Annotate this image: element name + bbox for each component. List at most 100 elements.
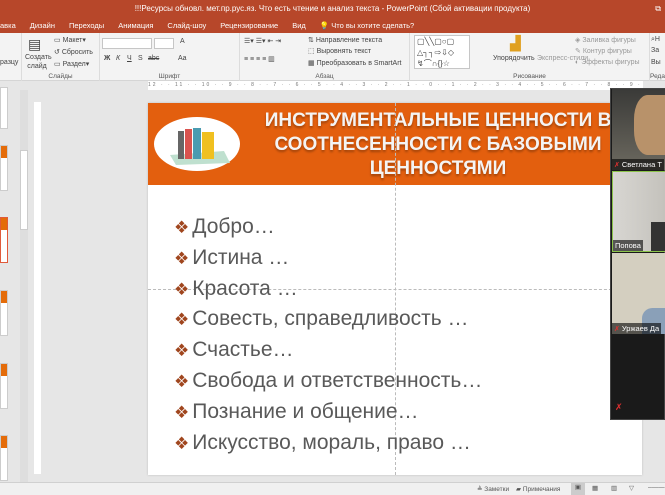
- tab-view[interactable]: Вид: [292, 21, 306, 30]
- zoom-slider[interactable]: –——: [648, 484, 665, 491]
- group-drawing: ▢╲╲▢○▢ △┐┐⇨⇩◇ ↯⌒∩{}☆ ▟ Упорядочить Экспрес…: [410, 33, 650, 81]
- group-label-slides: Слайды: [48, 73, 73, 80]
- align-text-label: Выровнять текст: [316, 48, 372, 55]
- section-button[interactable]: ▭ Раздел▾: [54, 60, 89, 68]
- select-button[interactable]: Вы: [651, 59, 661, 66]
- layout-button[interactable]: ▭ Макет▾: [54, 36, 86, 44]
- bold-button[interactable]: Ж: [104, 55, 110, 62]
- shape-fill-button[interactable]: ◈ Заливка фигуры: [575, 36, 636, 44]
- participant-tile[interactable]: ✗ Светлана Т: [612, 89, 665, 170]
- mic-muted-icon: ✗: [614, 326, 620, 333]
- slide-thumbnail[interactable]: [0, 363, 8, 409]
- restore-icon[interactable]: ⧉: [655, 0, 661, 17]
- list-item-text: Истина …: [192, 245, 290, 269]
- arrange-icon: ▟: [510, 35, 521, 51]
- underline-button[interactable]: Ч: [127, 55, 132, 62]
- list-item-text: Искусство, мораль, право …: [192, 430, 471, 454]
- tab-slideshow[interactable]: Слайд-шоу: [167, 21, 206, 30]
- ribbon-tabs: авка Дизайн Переходы Анимация Слайд-шоу …: [0, 17, 665, 33]
- normal-view-icon[interactable]: ▣: [571, 483, 585, 495]
- video-conference-panel: ✗ Светлана Т Попова ✗ Уржаев Да ✗: [610, 88, 665, 420]
- diamond-bullet-icon: ❖: [174, 279, 190, 299]
- notes-button[interactable]: ≜ Заметки: [477, 485, 509, 493]
- replace-label: За: [651, 47, 660, 54]
- find-button[interactable]: ⌕Н: [651, 36, 660, 44]
- slide-thumbnail[interactable]: [0, 290, 8, 336]
- shadow-button[interactable]: S: [138, 55, 143, 62]
- font-grow-button[interactable]: A: [180, 38, 185, 45]
- list-item: ❖ Искусство, мораль, право …: [174, 428, 482, 459]
- comments-label: Примечания: [522, 486, 561, 493]
- slide-thumbnail[interactable]: [0, 145, 8, 191]
- font-size-input[interactable]: [154, 38, 174, 49]
- tell-me-text: Что вы хотите сделать?: [331, 20, 415, 30]
- participant-name-text: Светлана Т: [621, 160, 662, 169]
- list-item: ❖ Красота …: [174, 274, 482, 305]
- list-item-text: Совесть, справедливость …: [192, 307, 469, 331]
- list-item: ❖ Совесть, справедливость …: [174, 304, 482, 335]
- slide-thumbnails: [0, 87, 20, 482]
- participant-name: ✗ Светлана Т: [612, 159, 664, 170]
- from-layout-button[interactable]: разцу: [0, 59, 18, 66]
- diamond-bullet-icon: ❖: [174, 248, 190, 268]
- find-label: Н: [654, 36, 660, 43]
- slide-sorter-icon[interactable]: ▦: [592, 484, 598, 492]
- bullet-list[interactable]: ❖ Добро… ❖ Истина … ❖ Красота … ❖ Совесть, с…: [174, 212, 482, 458]
- slide-thumbnail-selected[interactable]: [0, 217, 8, 263]
- replace-button[interactable]: За: [651, 47, 659, 54]
- participant-tile[interactable]: ✗ Уржаев Да: [612, 253, 665, 334]
- diamond-bullet-icon: ❖: [174, 433, 190, 453]
- new-slide-button[interactable]: Создать слайд: [25, 53, 52, 71]
- align-buttons[interactable]: ≡ ≡ ≡ ≡ ▥: [244, 55, 275, 63]
- slide-title[interactable]: ИНСТРУМЕНТАЛЬНЫЕ ЦЕННОСТИ В СООТНЕСЕННОС…: [258, 109, 618, 181]
- shape-effects-button[interactable]: ◐ Эффекты фигуры: [575, 59, 640, 66]
- books-image: [154, 117, 240, 171]
- slide-thumbnail[interactable]: [0, 435, 8, 481]
- new-slide-icon: ▤: [28, 36, 42, 52]
- reset-button[interactable]: ↺ Сбросить: [54, 48, 93, 56]
- tab-animation[interactable]: Анимация: [118, 21, 153, 30]
- horizontal-ruler: 12 · · 11 · · 10 · · 9 · · 8 · · 7 · · 6…: [148, 81, 643, 90]
- bullets-button[interactable]: ☰▾ ☰▾ ⇤ ⇥: [244, 37, 281, 45]
- list-item-text: Счастье…: [192, 338, 294, 362]
- tab-design[interactable]: Дизайн: [30, 21, 55, 30]
- participant-name: ✗ Уржаев Да: [612, 323, 662, 334]
- mic-muted-icon[interactable]: ✗: [615, 402, 623, 413]
- change-case-button[interactable]: Aa: [178, 55, 187, 62]
- tab-transitions[interactable]: Переходы: [69, 21, 104, 30]
- arrange-button[interactable]: Упорядочить: [493, 55, 535, 62]
- thumbnail-scrollbar[interactable]: [20, 90, 28, 482]
- notes-label: Заметки: [484, 486, 510, 493]
- smartart-button[interactable]: ▦ Преобразовать в SmartArt: [308, 59, 401, 67]
- align-text-button[interactable]: ⬚ Выровнять текст: [308, 47, 371, 55]
- slide-thumbnail[interactable]: [0, 87, 8, 129]
- lightbulb-icon: 💡: [319, 20, 330, 30]
- participant-name-text: Попова: [615, 241, 641, 250]
- font-name-input[interactable]: [102, 38, 152, 49]
- shape-outline-button[interactable]: ✎ Контур фигуры: [575, 47, 632, 55]
- comments-button[interactable]: ▰ Примечания: [516, 485, 560, 493]
- status-bar: ≜ Заметки ▰ Примечания ▣ ▦ ▥ ▽ –——: [0, 482, 665, 495]
- diamond-bullet-icon: ❖: [174, 310, 190, 330]
- slideshow-icon[interactable]: ▽: [629, 484, 634, 492]
- list-item-text: Познание и общение…: [192, 399, 419, 423]
- participant-video: [651, 222, 665, 251]
- list-item-text: Добро…: [192, 215, 275, 238]
- scrollbar-thumb[interactable]: [20, 150, 28, 230]
- list-item: ❖ Истина …: [174, 243, 482, 274]
- participant-tile-active[interactable]: Попова: [612, 171, 665, 252]
- list-item: ❖ Познание и общение…: [174, 397, 482, 428]
- italic-button[interactable]: К: [116, 55, 120, 62]
- slide-canvas[interactable]: ИНСТРУМЕНТАЛЬНЫЕ ЦЕННОСТИ В СООТНЕСЕННОС…: [148, 103, 642, 475]
- group-slides: ▤ Создать слайд ▭ Макет▾ ↺ Сбросить ▭ Ра…: [22, 33, 100, 81]
- diamond-bullet-icon: ❖: [174, 218, 190, 237]
- tell-me-search[interactable]: 💡 Что вы хотите сделать?: [320, 21, 414, 30]
- shapes-gallery[interactable]: ▢╲╲▢○▢ △┐┐⇨⇩◇ ↯⌒∩{}☆: [414, 35, 470, 69]
- window-title: !!!Ресурсы обновл. мет.пр.рус.яз. Что ес…: [134, 4, 531, 13]
- tab-review[interactable]: Рецензирование: [220, 21, 278, 30]
- tab-insert[interactable]: авка: [0, 21, 16, 30]
- strikethrough-button[interactable]: abc: [148, 55, 159, 62]
- shape-outline-label: Контур фигуры: [582, 48, 632, 55]
- text-direction-button[interactable]: ⇅ Направление текста: [308, 36, 382, 44]
- reading-view-icon[interactable]: ▥: [611, 484, 617, 492]
